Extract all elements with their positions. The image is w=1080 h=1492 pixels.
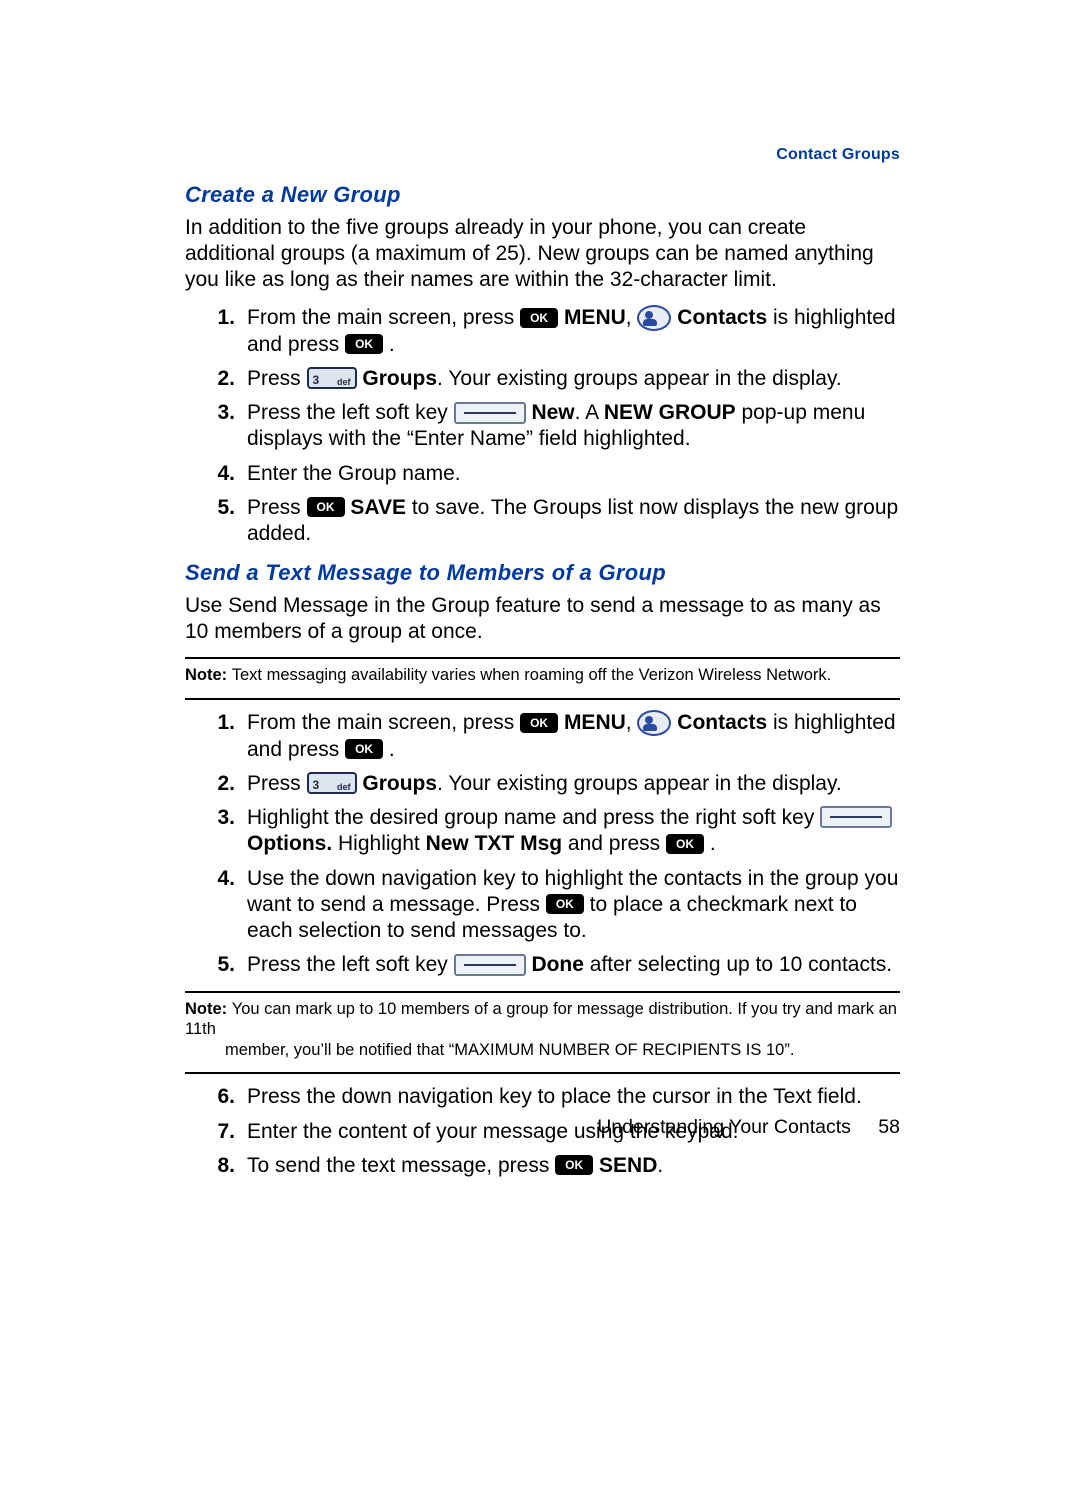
text: . Your existing groups appear in the dis…	[437, 367, 842, 390]
chapter-title: Understanding Your Contacts	[597, 1116, 851, 1138]
options-label: Options.	[247, 832, 332, 855]
right-soft-key-icon	[820, 806, 892, 828]
step-4: 4. Enter the Group name.	[185, 461, 900, 487]
text: To send the text message, press	[247, 1154, 555, 1177]
ok-key-icon: OK	[520, 308, 558, 328]
step-8: 8. To send the text message, press OK SE…	[185, 1153, 900, 1179]
text: Press the left soft key	[247, 953, 454, 976]
step-number: 2.	[205, 771, 235, 797]
step-number: 8.	[205, 1153, 235, 1179]
text: to save. The Groups list now displays th…	[247, 496, 898, 545]
step-number: 3.	[205, 400, 235, 426]
step-2: 2. Press Groups. Your existing groups ap…	[185, 366, 900, 392]
save-label: SAVE	[350, 496, 406, 519]
step-3: 3. Press the left soft key New. A NEW GR…	[185, 400, 900, 453]
text: after selecting up to 10 contacts.	[590, 953, 892, 976]
divider	[185, 698, 900, 700]
divider	[185, 1072, 900, 1074]
step-number: 5.	[205, 952, 235, 978]
text: .	[389, 333, 395, 356]
steps-create-group: 1. From the main screen, press OK MENU, …	[185, 305, 900, 547]
ok-key-icon: OK	[666, 834, 704, 854]
note-body: Text messaging availability varies when …	[232, 666, 831, 684]
note-line2: member, you’ll be notified that “MAXIMUM…	[185, 1040, 900, 1061]
page-number: 58	[878, 1116, 900, 1139]
ok-key-icon: OK	[555, 1155, 593, 1175]
newgroup-label: NEW GROUP	[604, 401, 736, 424]
text: ,	[626, 306, 638, 329]
step-4: 4. Use the down navigation key to highli…	[185, 866, 900, 945]
three-def-key-icon	[307, 367, 357, 389]
text: .	[657, 1154, 663, 1177]
send-label: SEND	[599, 1154, 657, 1177]
step-5: 5. Press OK SAVE to save. The Groups lis…	[185, 495, 900, 548]
menu-label: MENU	[564, 711, 626, 734]
ok-key-icon: OK	[345, 739, 383, 759]
groups-label: Groups	[362, 367, 437, 390]
text: Press the down navigation key to place t…	[247, 1085, 862, 1108]
step-number: 4.	[205, 866, 235, 892]
step-number: 4.	[205, 461, 235, 487]
contacts-key-icon	[637, 710, 671, 736]
page-footer: Understanding Your Contacts 58	[185, 1116, 900, 1139]
text: . Your existing groups appear in the dis…	[437, 772, 842, 795]
steps-send-text: 1. From the main screen, press OK MENU, …	[185, 710, 900, 978]
divider	[185, 657, 900, 659]
step-number: 2.	[205, 366, 235, 392]
text: .	[710, 832, 716, 855]
heading-send-text: Send a Text Message to Members of a Grou…	[185, 559, 900, 587]
note-label: Note:	[185, 666, 232, 684]
note-roaming: Note: Text messaging availability varies…	[185, 663, 900, 688]
step-1: 1. From the main screen, press OK MENU, …	[185, 305, 900, 358]
text: . A	[575, 401, 604, 424]
step-6: 6. Press the down navigation key to plac…	[185, 1084, 900, 1110]
left-soft-key-icon	[454, 402, 526, 424]
divider	[185, 991, 900, 993]
text: Press	[247, 367, 307, 390]
menu-label: MENU	[564, 306, 626, 329]
step-number: 1.	[205, 710, 235, 736]
note-line1: You can mark up to 10 members of a group…	[185, 1000, 897, 1039]
contacts-label: Contacts	[677, 711, 767, 734]
ok-key-icon: OK	[546, 894, 584, 914]
text: Highlight the desired group name and pre…	[247, 806, 820, 829]
heading-create-group: Create a New Group	[185, 181, 900, 209]
new-txt-msg-label: New TXT Msg	[426, 832, 563, 855]
intro-create-group: In addition to the five groups already i…	[185, 215, 900, 294]
step-number: 6.	[205, 1084, 235, 1110]
section-label: Contact Groups	[185, 145, 900, 165]
groups-label: Groups	[362, 772, 437, 795]
text: and press	[562, 832, 666, 855]
three-def-key-icon	[307, 772, 357, 794]
step-1: 1. From the main screen, press OK MENU, …	[185, 710, 900, 763]
text: ,	[626, 711, 638, 734]
done-label: Done	[531, 953, 584, 976]
note-label: Note:	[185, 1000, 232, 1018]
step-3: 3. Highlight the desired group name and …	[185, 805, 900, 858]
contacts-key-icon	[637, 305, 671, 331]
text: Press the left soft key	[247, 401, 454, 424]
text: .	[389, 738, 395, 761]
manual-page: Contact Groups Create a New Group In add…	[0, 0, 1080, 1179]
step-number: 3.	[205, 805, 235, 831]
text: Press	[247, 496, 307, 519]
contacts-label: Contacts	[677, 306, 767, 329]
text: Press	[247, 772, 307, 795]
ok-key-icon: OK	[520, 713, 558, 733]
step-2: 2. Press Groups. Your existing groups ap…	[185, 771, 900, 797]
step-number: 1.	[205, 305, 235, 331]
step-5: 5. Press the left soft key Done after se…	[185, 952, 900, 978]
ok-key-icon: OK	[345, 334, 383, 354]
text: From the main screen, press	[247, 306, 520, 329]
new-label: New	[531, 401, 574, 424]
step-number: 5.	[205, 495, 235, 521]
note-max-recipients: Note: You can mark up to 10 members of a…	[185, 997, 900, 1063]
text: From the main screen, press	[247, 711, 520, 734]
text: Enter the Group name.	[247, 462, 461, 485]
intro-send-text: Use Send Message in the Group feature to…	[185, 593, 900, 646]
left-soft-key-icon	[454, 954, 526, 976]
ok-key-icon: OK	[307, 497, 345, 517]
text: Highlight	[338, 832, 426, 855]
